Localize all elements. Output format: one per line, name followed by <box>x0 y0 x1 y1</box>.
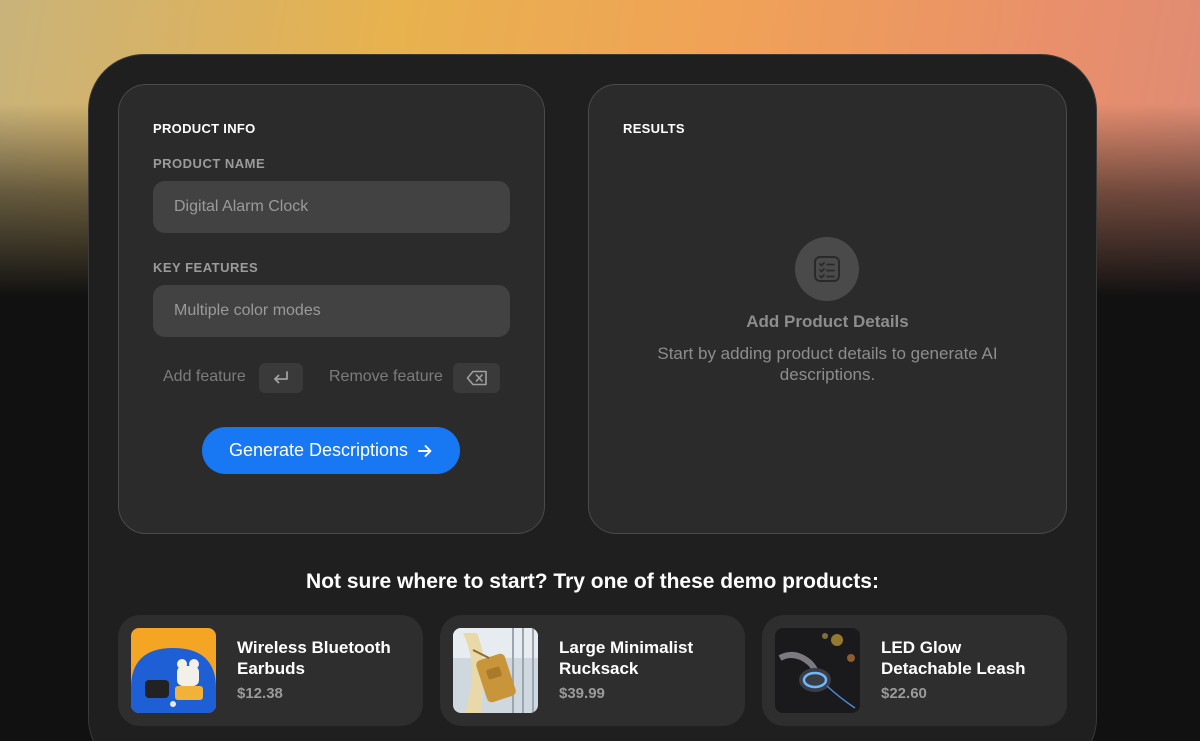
demo-product-name: Large Minimalist Rucksack <box>559 638 694 678</box>
demo-product-price: $39.99 <box>559 685 605 702</box>
results-panel <box>588 84 1067 534</box>
earbuds-photo <box>131 628 216 713</box>
remove-feature-button[interactable] <box>453 363 500 393</box>
product-info-title: PRODUCT INFO <box>153 121 256 136</box>
leash-thumbnail <box>775 628 860 713</box>
empty-state-description: Start by adding product details to gener… <box>657 344 998 384</box>
product-name-input[interactable] <box>153 181 510 233</box>
demo-product-card[interactable]: Wireless Bluetooth Earbuds $12.38 <box>118 615 423 726</box>
empty-state-icon-circle <box>795 237 859 301</box>
rucksack-photo <box>453 628 538 713</box>
backspace-icon <box>466 370 487 386</box>
demo-product-name: LED Glow Detachable Leash <box>881 638 1026 678</box>
generate-descriptions-button[interactable]: Generate Descriptions <box>202 427 460 474</box>
checklist-icon <box>814 256 840 282</box>
arrow-right-icon <box>418 444 432 457</box>
demo-product-price: $12.38 <box>237 685 283 702</box>
empty-state-title: Add Product Details <box>746 312 909 331</box>
rucksack-thumbnail <box>453 628 538 713</box>
demo-products-heading: Not sure where to start? Try one of thes… <box>306 570 879 593</box>
leash-photo <box>775 628 860 713</box>
add-feature-button[interactable] <box>259 363 303 393</box>
demo-product-card[interactable]: LED Glow Detachable Leash $22.60 <box>762 615 1067 726</box>
demo-product-card[interactable]: Large Minimalist Rucksack $39.99 <box>440 615 745 726</box>
remove-feature-label: Remove feature <box>329 368 443 385</box>
key-features-input[interactable] <box>153 285 510 337</box>
add-feature-label: Add feature <box>163 368 246 385</box>
demo-product-name: Wireless Bluetooth Earbuds <box>237 638 391 678</box>
product-name-label: PRODUCT NAME <box>153 156 266 171</box>
key-features-label: KEY FEATURES <box>153 260 259 275</box>
demo-product-price: $22.60 <box>881 685 927 702</box>
results-title: RESULTS <box>623 121 685 136</box>
enter-icon <box>274 371 288 384</box>
generate-descriptions-label: Generate Descriptions <box>228 440 409 460</box>
earbuds-thumbnail <box>131 628 216 713</box>
